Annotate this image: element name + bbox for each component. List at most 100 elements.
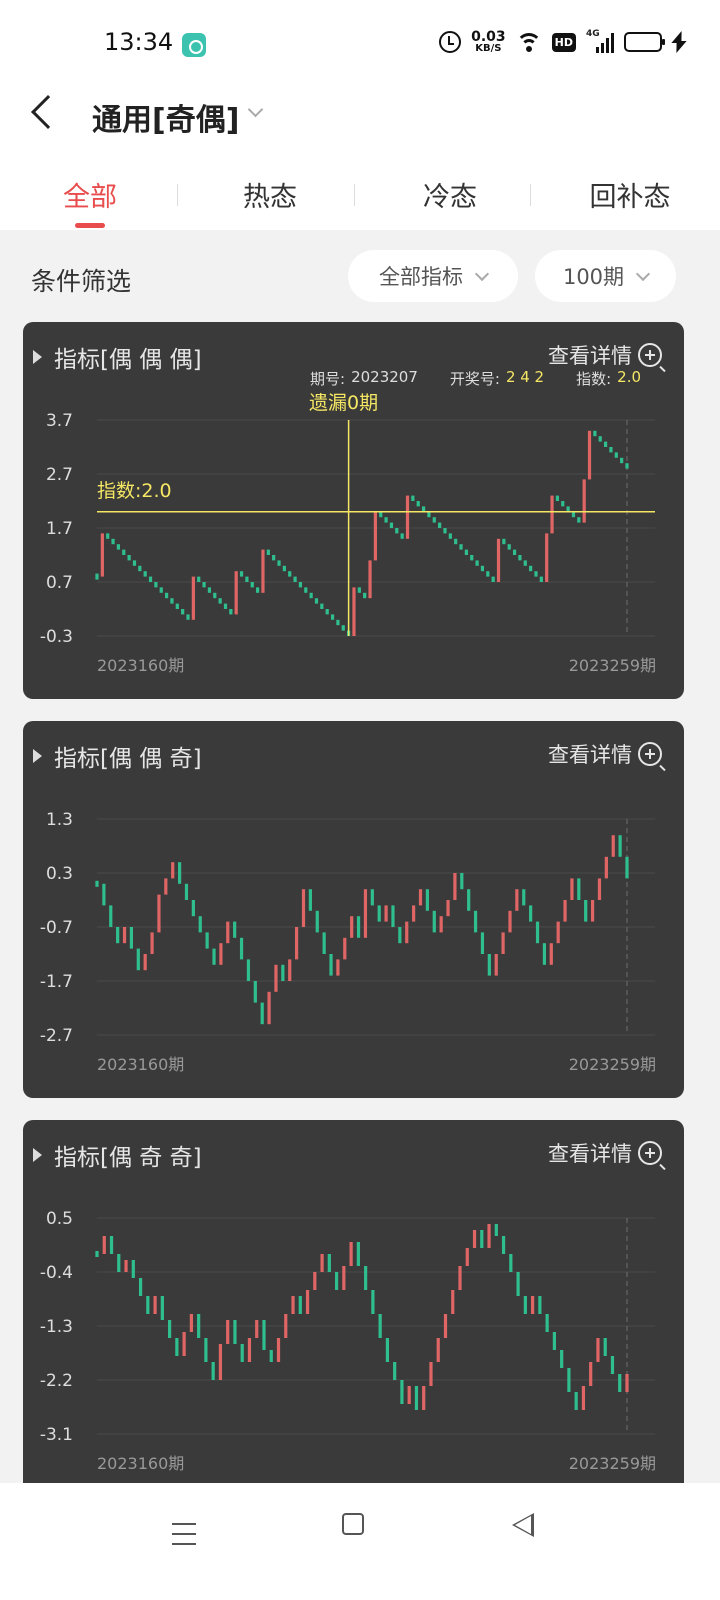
candle — [416, 501, 420, 507]
candle — [226, 1320, 230, 1344]
candle — [443, 528, 447, 534]
candle — [363, 889, 368, 938]
candle — [157, 894, 161, 933]
candle — [581, 1386, 586, 1410]
candle — [266, 549, 270, 555]
back-nav-icon[interactable] — [512, 1513, 534, 1537]
tab-rebound[interactable]: 回补态 — [540, 160, 720, 230]
candle — [395, 528, 399, 534]
y-tick-label: 0.7 — [46, 573, 73, 593]
candle — [197, 576, 201, 582]
candle — [245, 576, 249, 582]
tab-all[interactable]: 全部 — [0, 160, 180, 230]
y-tick-label: -0.3 — [40, 627, 73, 647]
candle — [405, 921, 409, 944]
candle — [343, 937, 347, 960]
tooltip-miss-label: 遗漏0期 — [309, 392, 379, 414]
candle — [598, 436, 602, 442]
chart-2[interactable]: 0.5 -0.4 -1.3 -2.2 -3.1 2023160期 2023259期 — [23, 1120, 684, 1497]
indicator-dropdown-label: 全部指标 — [379, 265, 463, 289]
candle — [184, 883, 189, 900]
candle — [470, 555, 474, 561]
period-dropdown[interactable]: 100期 — [535, 250, 676, 302]
candle — [357, 587, 361, 593]
candle — [329, 954, 333, 976]
chart-card-1[interactable]: 指标[偶 偶 偶] 查看详情 3.7 2.7 1.7 0.7 -0.3 2023160期 2… — [23, 322, 684, 699]
candle — [234, 571, 238, 615]
tab-cold[interactable]: 冷态 — [360, 160, 540, 230]
candle — [531, 1296, 535, 1314]
tab-divider — [354, 184, 355, 206]
candle — [545, 1314, 549, 1332]
candle — [250, 582, 254, 588]
app-notification-icon — [182, 33, 206, 57]
candle — [136, 948, 140, 971]
menu-icon[interactable] — [172, 1523, 196, 1545]
candle — [102, 1236, 106, 1254]
candle — [603, 441, 608, 447]
candle — [501, 932, 505, 954]
y-tick-label: -1.3 — [40, 1317, 73, 1337]
candle — [523, 560, 527, 566]
home-icon[interactable] — [342, 1513, 364, 1535]
candle — [168, 1320, 172, 1338]
candle — [465, 1248, 469, 1266]
x-end-label: 2023259期 — [569, 656, 656, 675]
candle — [305, 1290, 310, 1314]
candle — [535, 921, 540, 944]
chart-1[interactable]: 1.3 0.3 -0.7 -1.7 -2.7 2023160期 2023259期 — [23, 721, 684, 1098]
candle — [132, 560, 137, 566]
page-title[interactable]: 通用[奇偶] — [92, 95, 239, 139]
candle — [480, 1230, 484, 1248]
candle — [418, 889, 423, 906]
candle — [298, 582, 303, 588]
candle — [293, 576, 297, 582]
candle — [255, 1320, 259, 1338]
candle — [496, 538, 501, 582]
candle — [175, 1338, 179, 1356]
candle — [422, 1386, 426, 1410]
candle — [159, 587, 163, 593]
candle — [436, 1338, 440, 1362]
candle — [204, 1338, 208, 1362]
candle — [618, 835, 622, 857]
candle — [451, 1290, 455, 1314]
candle — [480, 565, 485, 572]
candle — [198, 916, 202, 933]
candle — [518, 555, 522, 561]
candle — [117, 1254, 121, 1272]
y-tick-label: -3.1 — [40, 1425, 73, 1445]
chart-card-2[interactable]: 指标[偶 偶 奇] 查看详情 1.3 0.3 -0.7 -1.7 -2.7 2023160… — [23, 721, 684, 1098]
candle — [153, 1296, 157, 1314]
navigation-bar — [0, 1483, 720, 1600]
candle — [453, 873, 457, 900]
candle — [570, 878, 574, 900]
chart-card-3[interactable]: 指标[偶 奇 奇] 查看详情 0.5 -0.4 -1.3 -2.2 -3.1 202316… — [23, 1120, 684, 1497]
candle — [480, 932, 485, 954]
candle — [223, 603, 228, 609]
candle — [350, 916, 354, 938]
candle — [274, 964, 278, 992]
candle — [106, 533, 110, 539]
tooltip-draw-label: 开奖号: — [449, 370, 500, 388]
candle — [205, 932, 209, 949]
candle — [414, 1386, 419, 1410]
tooltip-period-label: 期号: — [310, 370, 346, 388]
candle — [314, 598, 319, 604]
tab-hot[interactable]: 热态 — [180, 160, 360, 230]
candle — [389, 522, 394, 528]
tooltip-index-value: 2.0 — [617, 368, 642, 386]
indicator-dropdown[interactable]: 全部指标 — [348, 250, 518, 302]
candle — [539, 576, 543, 582]
candle — [191, 900, 195, 917]
candle — [529, 905, 533, 922]
wifi-icon — [515, 31, 542, 53]
candle — [508, 910, 512, 933]
candle — [587, 430, 592, 480]
candle — [207, 587, 212, 593]
candle — [171, 862, 175, 879]
y-tick-label: 2.7 — [46, 465, 73, 485]
network-type: 4G — [586, 29, 600, 39]
candle — [582, 479, 586, 523]
candle — [164, 878, 168, 895]
